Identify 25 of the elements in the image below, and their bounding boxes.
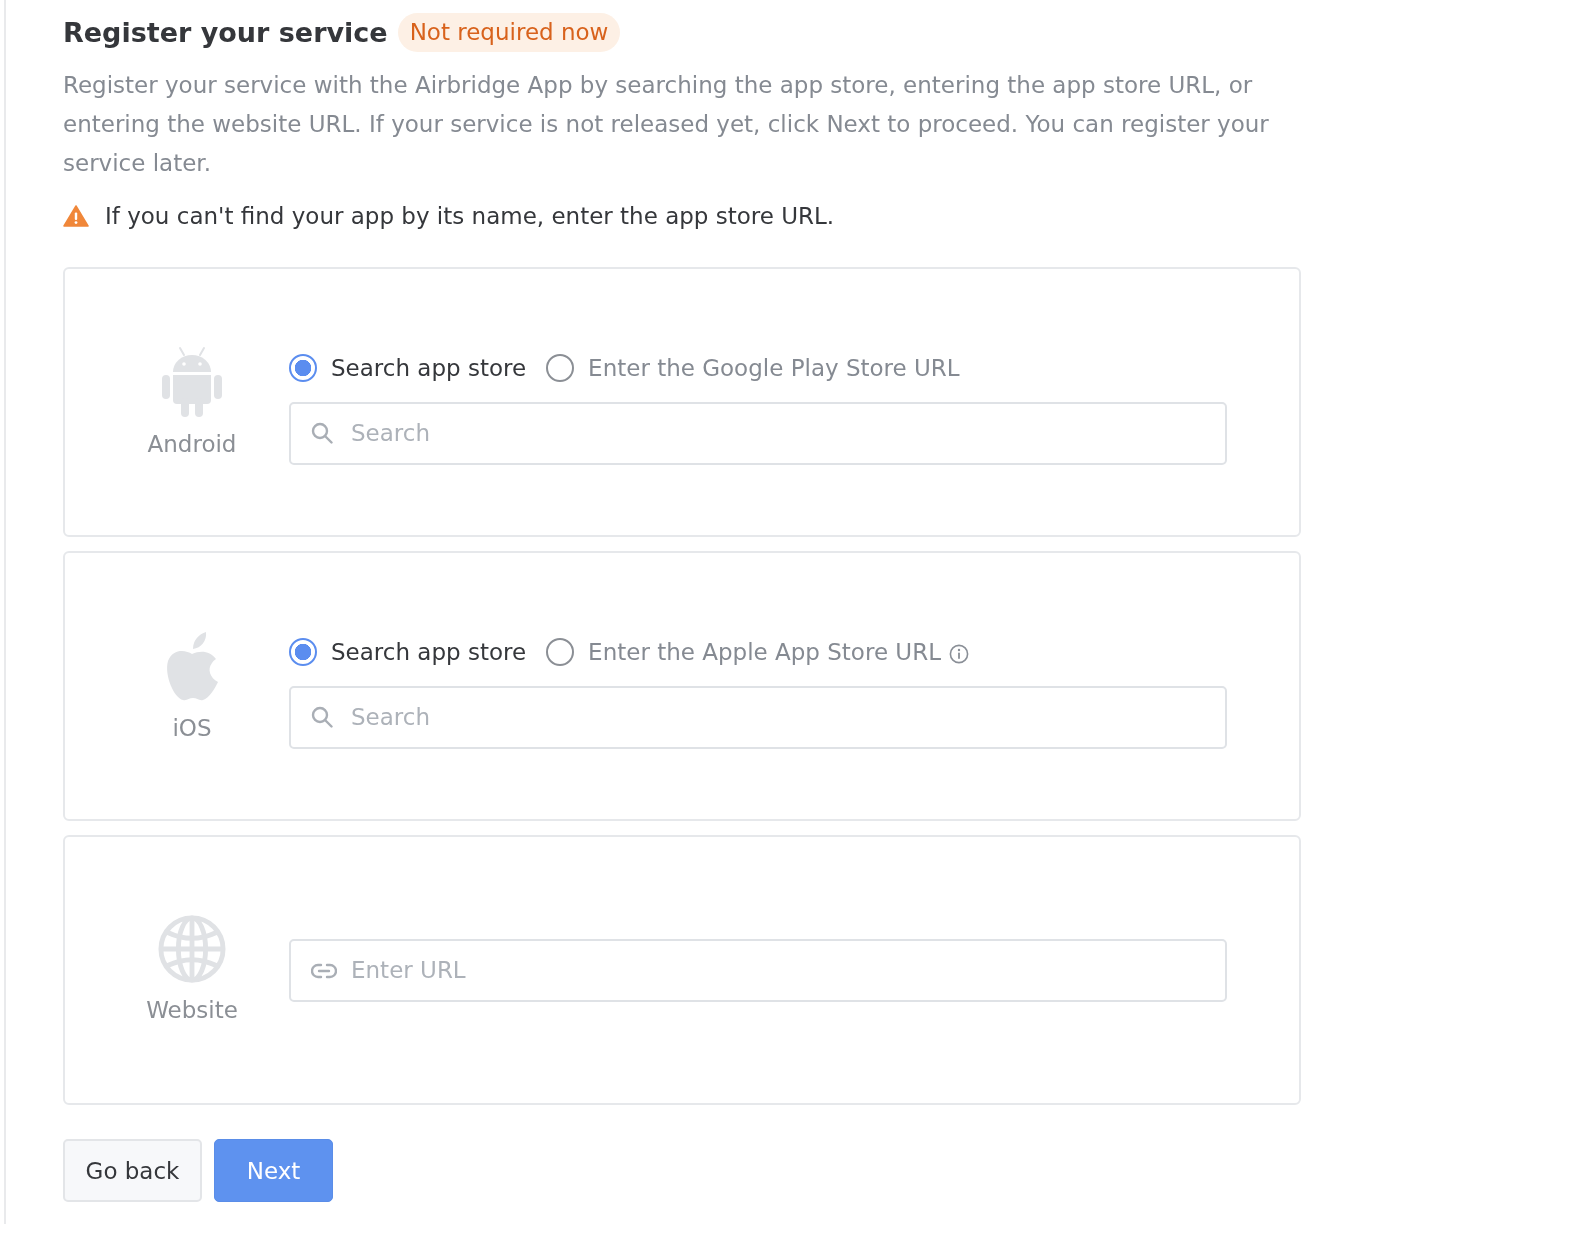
- android-robot-icon: [161, 345, 223, 417]
- url-field[interactable]: Enter URL: [289, 938, 1227, 1002]
- platform-label: Website: [146, 996, 238, 1025]
- platform-label: iOS: [172, 714, 212, 743]
- search-icon: [311, 705, 333, 728]
- radio-button[interactable]: [546, 353, 575, 382]
- search-field[interactable]: Search: [289, 401, 1227, 465]
- platform-label: Android: [147, 430, 237, 459]
- radio-option[interactable]: Search app store: [289, 353, 527, 382]
- warning-icon: [63, 204, 89, 227]
- radio-button[interactable]: [546, 637, 575, 666]
- page-title: Register your service: [63, 17, 388, 48]
- radio-button[interactable]: [289, 353, 317, 382]
- info-icon[interactable]: [949, 643, 969, 664]
- radio-option[interactable]: Search app store: [289, 637, 527, 666]
- globe-icon: [158, 915, 226, 983]
- warning-text: If you can't find your app by its name, enter the app store URL.: [105, 202, 835, 229]
- apple-icon: [164, 629, 220, 701]
- search-icon: [311, 421, 333, 444]
- action-button[interactable]: Go back: [63, 1139, 202, 1202]
- description-text: Register your service with the Airbridge App by searching the app store, entering the app store URL, or entering the website URL. If your service is not released yet, click Next to proceed. You can register your service later.: [63, 71, 1270, 178]
- radio-button[interactable]: [289, 637, 317, 666]
- status-badge: Not required now: [397, 13, 621, 52]
- link-icon: [311, 962, 337, 979]
- search-field[interactable]: Search: [289, 685, 1227, 749]
